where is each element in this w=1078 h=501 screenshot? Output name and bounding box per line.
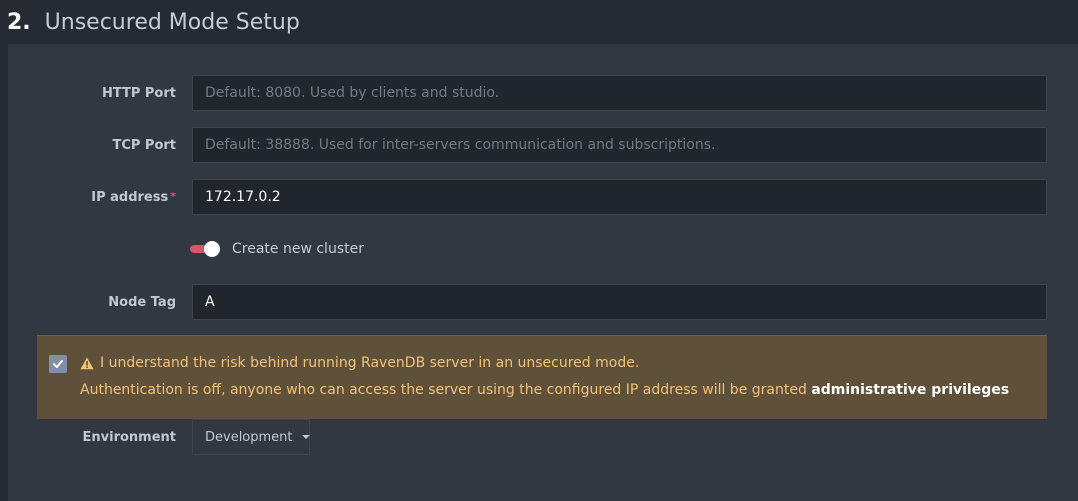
- warning-emphasis: administrative privileges: [811, 382, 1010, 398]
- node-tag-input[interactable]: [192, 284, 1047, 320]
- setup-page: 2. Unsecured Mode Setup HTTP Port TCP Po…: [0, 0, 1078, 501]
- step-header: 2. Unsecured Mode Setup: [0, 0, 1078, 44]
- tcp-port-label: TCP Port: [112, 137, 176, 153]
- ip-address-label-text: IP address: [91, 189, 169, 205]
- required-marker: *: [170, 189, 176, 203]
- caret-down-icon: [301, 435, 310, 439]
- http-port-row: HTTP Port: [8, 75, 1078, 111]
- warning-line-2: Authentication is off, anyone who can ac…: [80, 382, 1009, 398]
- unsecured-warning: I understand the risk behind running Rav…: [37, 335, 1047, 419]
- warning-triangle-icon: [80, 357, 94, 370]
- tcp-port-row: TCP Port: [8, 127, 1078, 163]
- ip-address-label: IP address *: [8, 190, 184, 205]
- http-port-input[interactable]: [192, 75, 1047, 111]
- node-tag-label: Node Tag: [108, 294, 176, 310]
- form-panel: HTTP Port TCP Port IP address* Create ne…: [8, 44, 1078, 501]
- node-tag-row: Node Tag: [8, 284, 1078, 320]
- risk-acknowledge-checkbox[interactable]: [49, 355, 67, 373]
- create-cluster-label: Create new cluster: [232, 241, 364, 257]
- create-cluster-toggle[interactable]: [188, 239, 222, 259]
- environment-selected: Development: [205, 429, 293, 445]
- step-number: 2.: [7, 9, 31, 35]
- create-cluster-row: Create new cluster: [188, 239, 364, 259]
- ip-address-row: IP address *: [8, 179, 1078, 215]
- toggle-knob: [204, 241, 220, 257]
- warning-line-2-text: Authentication is off, anyone who can ac…: [80, 382, 812, 398]
- environment-label: Environment: [82, 429, 177, 445]
- http-port-label: HTTP Port: [101, 85, 176, 101]
- environment-dropdown[interactable]: Development: [192, 419, 310, 455]
- environment-row: Environment Development: [8, 419, 408, 455]
- ip-address-input[interactable]: [192, 179, 1047, 215]
- warning-line-1: I understand the risk behind running Rav…: [80, 355, 639, 371]
- check-icon: [53, 360, 63, 368]
- step-title: Unsecured Mode Setup: [44, 9, 300, 35]
- warning-line-1-text: I understand the risk behind running Rav…: [100, 355, 640, 371]
- tcp-port-input[interactable]: [192, 127, 1047, 163]
